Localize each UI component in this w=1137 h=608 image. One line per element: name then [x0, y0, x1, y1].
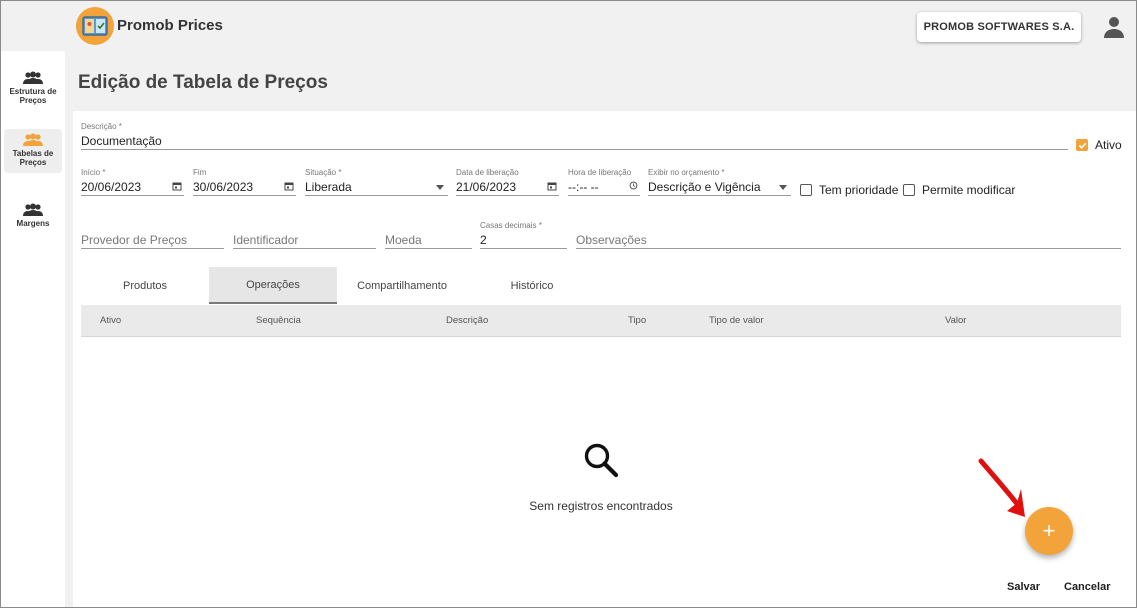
casas-decimais-field[interactable]: Casas decimais * 2	[480, 220, 567, 249]
column-header-descricao[interactable]: Descrição	[446, 315, 488, 326]
permite-modificar-checkbox[interactable]: Permite modificar	[903, 183, 1015, 197]
sidebar-item-label: Margens	[16, 219, 50, 228]
chevron-down-icon[interactable]	[779, 185, 787, 190]
field-label: Hora de liberação	[568, 168, 632, 177]
checkbox-unchecked-icon[interactable]	[800, 184, 812, 196]
user-account-icon[interactable]	[1102, 15, 1126, 39]
sidebar-item-label: Estrutura de Preços	[9, 87, 57, 105]
calendar-icon[interactable]	[284, 181, 294, 191]
situacao-select[interactable]: Liberada	[305, 178, 448, 196]
app-header: Promob Prices PROMOB SOFTWARES S.A.	[1, 1, 1136, 51]
observacoes-field[interactable]: Observações	[576, 220, 1121, 249]
people-icon	[23, 203, 43, 216]
exibir-orcamento-select[interactable]: Descrição e Vigência	[648, 178, 791, 196]
field-label: Descrição *	[81, 122, 122, 131]
permite-modificar-label: Permite modificar	[922, 183, 1016, 197]
column-header-tipo-de-valor[interactable]: Tipo de valor	[709, 315, 764, 326]
hora-liberacao-time-input[interactable]: --:-- --	[568, 178, 640, 196]
tab-produtos[interactable]: Produtos	[81, 267, 209, 304]
sidebar-item-margens[interactable]: Margens	[4, 199, 62, 228]
fim-field[interactable]: Fim 30/06/2023	[193, 167, 296, 196]
observacoes-input[interactable]: Observações	[576, 231, 1121, 249]
inicio-value: 20/06/2023	[81, 180, 142, 194]
sidebar-nav: Estrutura de Preços Tabelas de Preços Ma…	[1, 51, 65, 607]
column-header-tipo[interactable]: Tipo	[628, 315, 646, 326]
checkbox-unchecked-icon[interactable]	[903, 184, 915, 196]
provedor-field[interactable]: Provedor de Preços	[81, 220, 224, 249]
field-label: Início *	[81, 168, 106, 177]
descricao-input[interactable]: Documentação	[81, 132, 1068, 150]
inicio-field[interactable]: Início * 20/06/2023	[81, 167, 184, 196]
price-table-icon	[82, 16, 108, 36]
add-button[interactable]: +	[1025, 507, 1073, 555]
moeda-input[interactable]: Moeda	[385, 231, 472, 249]
inicio-date-input[interactable]: 20/06/2023	[81, 178, 184, 196]
hora-liberacao-value: --:-- --	[568, 180, 599, 194]
save-button[interactable]: Salvar	[1007, 581, 1040, 593]
annotation-arrow-icon	[978, 458, 1025, 517]
sidebar-item-estrutura-de-precos[interactable]: Estrutura de Preços	[4, 67, 62, 105]
calendar-icon[interactable]	[172, 181, 182, 191]
people-icon	[23, 71, 43, 84]
data-liberacao-value: 21/06/2023	[456, 180, 517, 194]
field-label: Exibir no orçamento *	[648, 168, 725, 177]
tab-compartilhamento[interactable]: Compartilhamento	[337, 267, 467, 304]
calendar-icon[interactable]	[547, 181, 557, 191]
data-liberacao-date-input[interactable]: 21/06/2023	[456, 178, 559, 196]
fim-date-input[interactable]: 30/06/2023	[193, 178, 296, 196]
descricao-field[interactable]: Descrição * Documentação	[81, 121, 1068, 150]
cancel-button[interactable]: Cancelar	[1064, 581, 1110, 593]
situacao-value: Liberada	[305, 180, 352, 194]
provedor-input[interactable]: Provedor de Preços	[81, 231, 224, 249]
app-window: Promob Prices PROMOB SOFTWARES S.A. Estr…	[0, 0, 1137, 608]
company-selector-button[interactable]: PROMOB SOFTWARES S.A.	[917, 12, 1081, 42]
tem-prioridade-checkbox[interactable]: Tem prioridade	[800, 183, 898, 197]
people-icon	[23, 133, 43, 146]
field-label: Fim	[193, 168, 207, 177]
tab-operacoes[interactable]: Operações	[209, 267, 337, 304]
ativo-checkbox[interactable]: Ativo	[1076, 138, 1122, 152]
identificador-field[interactable]: Identificador	[233, 220, 376, 249]
app-title: Promob Prices	[117, 17, 223, 34]
fim-value: 30/06/2023	[193, 180, 254, 194]
moeda-field[interactable]: Moeda	[385, 220, 472, 249]
identificador-input[interactable]: Identificador	[233, 231, 376, 249]
app-logo[interactable]	[76, 7, 114, 45]
exibir-orcamento-field[interactable]: Exibir no orçamento * Descrição e Vigênc…	[648, 167, 791, 196]
field-label: Data de liberação	[456, 168, 519, 177]
table-header: Ativo Sequência Descrição Tipo Tipo de v…	[81, 305, 1121, 337]
sidebar-item-label: Tabelas de Preços	[12, 149, 54, 167]
search-icon	[584, 443, 619, 478]
column-header-sequencia[interactable]: Sequência	[256, 315, 301, 326]
field-label: Situação *	[305, 168, 342, 177]
column-header-valor[interactable]: Valor	[945, 315, 966, 326]
sidebar-item-tabelas-de-precos[interactable]: Tabelas de Preços	[4, 129, 62, 173]
hora-liberacao-field[interactable]: Hora de liberação --:-- --	[568, 167, 640, 196]
page-title: Edição de Tabela de Preços	[78, 72, 328, 93]
column-header-ativo[interactable]: Ativo	[100, 315, 121, 326]
exibir-orcamento-value: Descrição e Vigência	[648, 180, 761, 194]
clock-icon[interactable]	[629, 181, 638, 190]
tab-historico[interactable]: Histórico	[467, 267, 597, 304]
chevron-down-icon[interactable]	[436, 185, 444, 190]
casas-decimais-input[interactable]: 2	[480, 231, 567, 249]
data-liberacao-field[interactable]: Data de liberação 21/06/2023	[456, 167, 559, 196]
situacao-field[interactable]: Situação * Liberada	[305, 167, 448, 196]
checkbox-checked-icon[interactable]	[1076, 139, 1088, 151]
ativo-label: Ativo	[1095, 138, 1122, 152]
tem-prioridade-label: Tem prioridade	[819, 183, 899, 197]
field-label: Casas decimais *	[480, 221, 542, 230]
